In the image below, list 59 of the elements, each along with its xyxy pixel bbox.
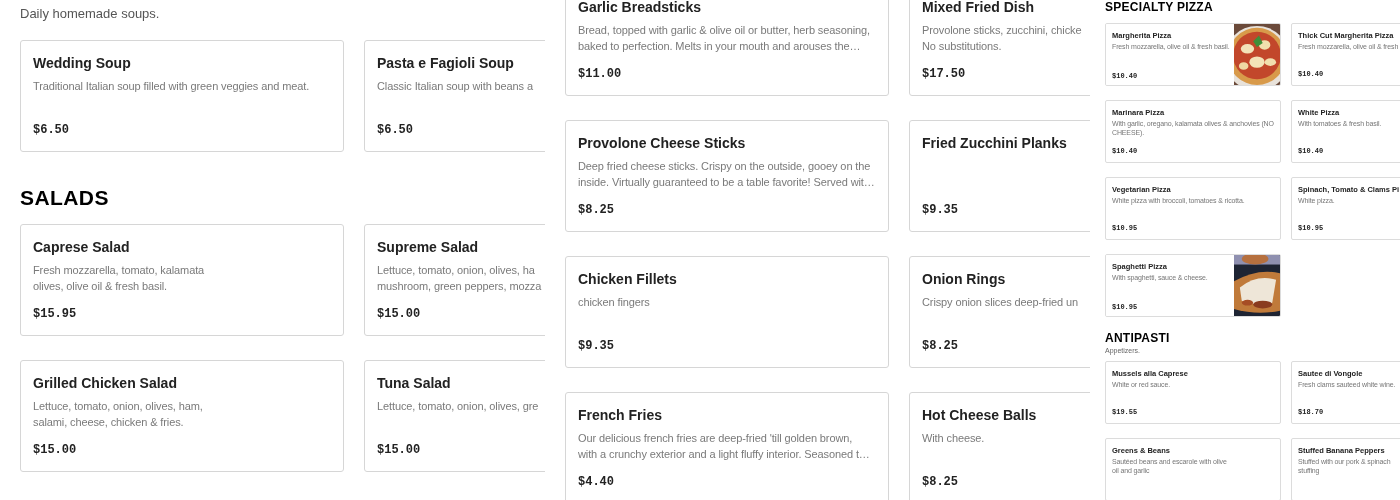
item-price: $4.40 [578,475,615,489]
item-price: $11.00 [578,67,623,81]
item-description: Traditional Italian soup filled with green veggies and meat. [33,79,311,94]
menu-item-card[interactable]: Pasta e Fagioli Soup Classic Italian soup with beans a $6.50 [364,40,545,152]
menu-item-card[interactable]: Tuna Salad Lettuce, tomato, onion, olives, gre $15.00 [364,360,545,472]
item-name: Caprese Salad [33,238,131,256]
menu-item-card[interactable]: Onion Rings Crispy onion slices deep-fried un $8.25 [909,256,1090,368]
item-price: $15.00 [33,443,78,457]
item-description: With cheese. [922,431,986,446]
item-name: Tuna Salad [377,374,452,392]
item-name: Chicken Fillets [578,270,678,288]
item-price: $8.25 [578,203,615,217]
menu-item-card[interactable]: Fried Zucchini Planks $9.35 [909,120,1090,232]
menu-item-card[interactable]: Chicken Fillets chicken fingers $9.35 [565,256,889,368]
item-price: $15.00 [377,307,422,321]
section-heading: SALADS [20,186,110,210]
item-description: Bread, topped with garlic & olive oil or butter, herb seasoning, baked to perfection. Melts in your mouth and arouses the… [578,23,871,54]
item-name: Garlic Breadsticks [578,0,702,16]
menu-item-card[interactable]: Hot Cheese Balls With cheese. $8.25 [909,392,1090,500]
item-name: Pasta e Fagioli Soup [377,54,515,72]
menu-item-card[interactable]: Grilled Chicken Salad Lettuce, tomato, onion, olives, ham, salami, cheese, chicken & fries. $15.00 [20,360,344,472]
item-price: $6.50 [33,123,70,137]
menu-item-card[interactable]: Caprese Salad Fresh mozzarella, tomato, kalamata olives, olive oil & fresh basil. $15.95 [20,224,344,336]
menu-item-card[interactable]: Provolone Cheese Sticks Deep fried cheese sticks. Crispy on the outside, gooey on the inside. Virtually guaranteed to be a table favorite! Served wit… $8.25 [565,120,889,232]
item-name: Onion Rings [922,270,1007,288]
item-name: Fried Zucchini Planks [922,134,1068,152]
item-name: Provolone Cheese Sticks [578,134,747,152]
item-price: $8.25 [922,475,959,489]
item-description: Deep fried cheese sticks. Crispy on the outside, gooey on the inside. Virtually guaranteed to be a table favorite! Served wit… [578,159,876,190]
section-heading: SPECIALTY PIZZA [1105,0,1214,14]
item-name: Mixed Fried Dish [922,0,1036,16]
item-price: $8.25 [922,339,959,353]
item-description: Fresh mozzarella, tomato, kalamata olives, olive oil & fresh basil. [33,263,206,294]
item-price: $15.95 [33,307,78,321]
item-description: Classic Italian soup with beans a [377,79,534,94]
section-heading: ANTIPASTI [1105,331,1171,345]
item-description: Crispy onion slices deep-fried un [922,295,1079,310]
section-description: Daily homemade soups. [20,6,161,22]
item-name: Wedding Soup [33,54,132,72]
item-price: $17.50 [922,67,967,81]
menu-item-card[interactable]: Supreme Salad Lettuce, tomato, onion, olives, ha mushroom, green peppers, mozza $15.00 [364,224,545,336]
item-price: $15.00 [377,443,422,457]
item-price: $6.50 [377,123,414,137]
item-description: Provolone sticks, zucchini, chicke No substitutions. [922,23,1083,54]
menu-item-card[interactable]: Garlic Breadsticks Bread, topped with garlic & olive oil or butter, herb seasoning, baked to perfection. Melts in your mouth and arouses the… $11.00 [565,0,889,96]
menu-item-card[interactable]: French Fries Our delicious french fries are deep-fried 'till golden brown, with a crunchy exterior and a light fluffy interior. Seasoned t… $4.40 [565,392,889,500]
item-description: Our delicious french fries are deep-fried 'till golden brown, with a crunchy exterior and a light fluffy interior. Seasoned t… [578,431,871,462]
item-description: Lettuce, tomato, onion, olives, ham, salami, cheese, chicken & fries. [33,399,204,430]
item-description: chicken fingers [578,295,651,310]
item-name: Hot Cheese Balls [922,406,1038,424]
item-name: French Fries [578,406,664,424]
menu-item-card[interactable]: Wedding Soup Traditional Italian soup filled with green veggies and meat. $6.50 [20,40,344,152]
item-price: $9.35 [922,203,959,217]
item-name: Supreme Salad [377,238,480,256]
item-description: Lettuce, tomato, onion, olives, gre [377,399,540,414]
item-name: Grilled Chicken Salad [33,374,178,392]
menu-item-card[interactable]: Mixed Fried Dish Provolone sticks, zucchini, chicke No substitutions. $17.50 [909,0,1090,96]
item-description: Lettuce, tomato, onion, olives, ha mushroom, green peppers, mozza [377,263,543,294]
item-price: $9.35 [578,339,615,353]
